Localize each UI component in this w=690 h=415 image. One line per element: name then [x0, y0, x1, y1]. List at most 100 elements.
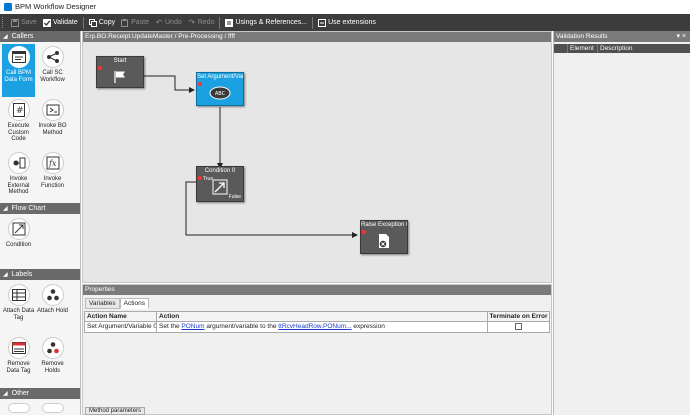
- copy-icon: [88, 18, 97, 27]
- exception-icon: [379, 233, 389, 248]
- undo-icon: ↶: [155, 17, 163, 27]
- paste-button[interactable]: Paste: [118, 15, 152, 30]
- redo-icon: ↷: [188, 17, 196, 27]
- usings-references-button[interactable]: Usings & References...: [222, 15, 310, 30]
- method-icon: [41, 99, 64, 121]
- tool-invoke-external-method[interactable]: Invoke External Method: [2, 150, 35, 203]
- app-icon: [4, 3, 12, 11]
- condition-icon: [7, 218, 30, 240]
- column-header-element[interactable]: Element: [568, 44, 598, 53]
- title-bar: BPM Workflow Designer: [0, 0, 690, 14]
- tool-label: Remove Data Tag: [6, 361, 31, 374]
- validate-label: Validate: [52, 19, 78, 26]
- tool-label: Call SC Workflow: [40, 70, 65, 83]
- terminate-on-error-checkbox[interactable]: [515, 322, 522, 330]
- use-extensions-label: Use extensions: [328, 19, 376, 26]
- chevron-down-icon: ◢: [3, 391, 8, 397]
- node-start[interactable]: Start: [96, 56, 144, 88]
- data-tag-icon: [7, 284, 30, 306]
- column-header-blank: [554, 44, 568, 53]
- chevron-down-icon: ◢: [3, 206, 8, 212]
- redo-label: Redo: [197, 19, 215, 26]
- toolbar: Save Validate Copy Paste ↶ Undo ↷ Redo U…: [0, 14, 690, 31]
- tool-remove-holds[interactable]: Remove Holds: [36, 335, 69, 388]
- toolbox-section-callers[interactable]: ◢ Callers: [0, 31, 80, 42]
- tool-partial[interactable]: [36, 401, 69, 415]
- table-row[interactable]: Set Argument/Variable 0 Set the PONum ar…: [85, 322, 549, 332]
- toolbar-separator: [82, 16, 84, 29]
- panel-controls[interactable]: ▾ ×: [676, 31, 686, 42]
- extensions-icon: [318, 18, 327, 27]
- validation-header: Validation Results ▾ ×: [554, 31, 690, 42]
- external-method-icon: [7, 152, 30, 174]
- tool-attach-hold[interactable]: Attach Hold: [36, 282, 69, 335]
- flag-icon: [114, 70, 125, 83]
- save-button[interactable]: Save: [8, 15, 40, 30]
- validation-results-panel: Validation Results ▾ × Element Descripti…: [553, 31, 690, 415]
- tool-label: Condition: [5, 242, 32, 248]
- action-text: Set the: [159, 323, 182, 330]
- chevron-down-icon: ◢: [3, 34, 8, 40]
- column-header-action-name[interactable]: Action Name: [85, 312, 157, 321]
- workflow-canvas[interactable]: Erp.BO.Receipt.UpdateMaster / Pre-Proces…: [82, 31, 552, 283]
- remove-data-tag-icon: [7, 337, 30, 359]
- undo-button[interactable]: ↶ Undo: [152, 15, 185, 30]
- svg-text:fx: fx: [48, 159, 57, 168]
- ponum-link[interactable]: PONum: [181, 323, 204, 330]
- false-branch-label: False: [228, 194, 241, 200]
- validate-button[interactable]: Validate: [40, 15, 81, 30]
- tool-label: Execute Custom Code: [7, 123, 30, 142]
- tool-call-bpm-data-form[interactable]: Call BPM Data Form: [2, 44, 35, 97]
- tool-call-sc-workflow[interactable]: Call SC Workflow: [36, 44, 69, 97]
- toolbox-section-flow-chart[interactable]: ◢ Flow Chart: [0, 203, 80, 214]
- section-title: Other: [11, 390, 30, 397]
- tool-partial[interactable]: [2, 401, 35, 415]
- toolbar-separator: [312, 16, 314, 29]
- svg-text:ABC: ABC: [215, 91, 226, 97]
- tool-icon: [7, 403, 30, 413]
- section-title: Callers: [11, 33, 34, 40]
- window-title: BPM Workflow Designer: [15, 2, 97, 11]
- action-text: argument/variable to the: [204, 323, 279, 330]
- toolbox-section-labels[interactable]: ◢ Labels: [0, 269, 80, 280]
- node-condition[interactable]: Condition 0 True False: [196, 166, 244, 202]
- condition-arrow-icon: [212, 179, 228, 194]
- toolbox-panel: ◢ Callers Call BPM Data Form Call SC Wor…: [0, 31, 81, 415]
- form-icon: [7, 46, 30, 68]
- paste-icon: [121, 18, 129, 27]
- toolbar-grip[interactable]: [2, 17, 5, 28]
- use-extensions-button[interactable]: Use extensions: [315, 15, 379, 30]
- node-raise-exception[interactable]: Raise Exception 0: [360, 220, 408, 254]
- tool-execute-custom-code[interactable]: # Execute Custom Code: [2, 97, 35, 150]
- copy-button[interactable]: Copy: [86, 15, 118, 30]
- tab-actions[interactable]: Actions: [119, 298, 149, 309]
- paste-label: Paste: [131, 19, 149, 26]
- tab-variables[interactable]: Variables: [85, 298, 120, 309]
- redo-button[interactable]: ↷ Redo: [185, 15, 218, 30]
- tool-remove-data-tag[interactable]: Remove Data Tag: [2, 335, 35, 388]
- toolbar-separator: [219, 16, 221, 29]
- connector-start-setarg: [143, 75, 195, 93]
- column-header-description[interactable]: Description: [598, 44, 633, 53]
- references-icon: [225, 18, 234, 27]
- column-header-action[interactable]: Action: [157, 312, 488, 321]
- node-label: Raise Exception 0: [361, 222, 407, 228]
- action-text: expression: [351, 323, 385, 330]
- expression-link[interactable]: ttRcvHeadRow.PONum...: [278, 323, 351, 330]
- tool-attach-data-tag[interactable]: Attach Data Tag: [2, 282, 35, 335]
- node-set-argument[interactable]: Set Argument/Vari ABC: [196, 72, 244, 106]
- svg-text:#: #: [16, 106, 24, 116]
- tool-invoke-bo-method[interactable]: Invoke BO Method: [36, 97, 69, 150]
- tool-label: Invoke External Method: [7, 176, 30, 195]
- terminate-cell: [488, 322, 549, 332]
- column-header-terminate-on-error[interactable]: Terminate on Error: [488, 312, 549, 321]
- tab-method-parameters[interactable]: Method parameters: [85, 407, 146, 415]
- tool-invoke-function[interactable]: fx Invoke Function: [36, 150, 69, 203]
- grid-header-row: Action Name Action Terminate on Error: [85, 312, 549, 322]
- connector-layer: [143, 75, 358, 238]
- validation-title: Validation Results: [556, 33, 608, 40]
- tool-condition[interactable]: Condition: [2, 216, 35, 269]
- tool-label: Call BPM Data Form: [4, 70, 33, 83]
- code-icon: #: [7, 99, 30, 121]
- toolbox-section-other[interactable]: ◢ Other: [0, 388, 80, 399]
